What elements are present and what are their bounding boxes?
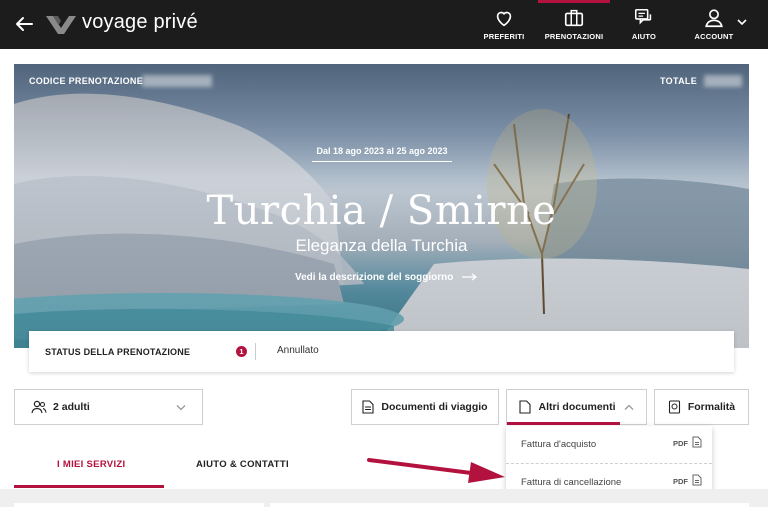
people-icon: [31, 400, 47, 414]
voyage-prive-logo-icon[interactable]: [44, 12, 78, 36]
user-icon: [705, 9, 723, 28]
document-icon: [519, 400, 532, 414]
arrow-right-icon: [462, 273, 478, 281]
nav-label: ACCOUNT: [694, 32, 734, 41]
formalities-button[interactable]: Formalità: [654, 389, 749, 425]
logo-text[interactable]: voyage privé: [82, 11, 198, 34]
hero-banner: CODICE PRENOTAZIONE TOTALE Dal 18 ago 20…: [14, 64, 749, 348]
chevron-up-icon: [624, 404, 633, 410]
stay-dates: Dal 18 ago 2023 al 25 ago 2023: [312, 146, 452, 162]
booking-code-redacted: [142, 75, 212, 87]
status-divider: [255, 343, 256, 360]
other-documents-button[interactable]: Altri documenti: [506, 389, 647, 425]
heart-icon: [496, 11, 512, 27]
status-badge: 1: [236, 346, 247, 357]
nav-aiuto[interactable]: AIUTO: [608, 0, 680, 49]
suitcase-icon: [564, 9, 584, 27]
chat-icon: [634, 8, 652, 25]
nav-preferiti[interactable]: PREFERITI: [468, 0, 540, 49]
total-label: TOTALE: [660, 76, 697, 86]
other-documents-label: Altri documenti: [538, 401, 616, 413]
annotation-arrow-icon: [367, 458, 505, 483]
offer-subtitle: Eleganza della Turchia: [295, 236, 468, 255]
pdf-tag: PDF: [673, 439, 688, 448]
dropdown-item-label: Fattura di cancellazione: [521, 477, 622, 488]
pdf-file-icon: [692, 474, 702, 486]
content-card: [270, 503, 749, 507]
booking-code-label: CODICE PRENOTAZIONE: [29, 76, 144, 86]
top-navigation-bar: voyage privé PREFERITI PRENOTAZIONI AIUT…: [0, 0, 768, 49]
tab-my-services[interactable]: I MIEI SERVIZI: [57, 459, 125, 470]
guests-select[interactable]: 2 adulti: [14, 389, 203, 425]
nav-label: PRENOTAZIONI: [544, 32, 604, 41]
stay-description-link-label: Vedi la descrizione del soggiorno: [295, 272, 454, 283]
pdf-file-icon: [692, 436, 702, 448]
back-arrow-icon[interactable]: [12, 12, 36, 36]
nav-label: PREFERITI: [483, 32, 525, 41]
chevron-down-icon: [176, 405, 186, 411]
active-tab-underline: [14, 485, 164, 488]
status-value: Annullato: [277, 345, 319, 356]
tab-help-contacts[interactable]: AIUTO & CONTATTI: [196, 459, 289, 470]
nav-prenotazioni[interactable]: PRENOTAZIONI: [538, 0, 610, 49]
destination-title: Turchia / Smirne: [206, 188, 557, 234]
nav-label: AIUTO: [631, 32, 657, 41]
guests-value: 2 adulti: [53, 401, 90, 413]
document-icon: [362, 400, 374, 414]
chevron-down-icon[interactable]: [737, 18, 747, 26]
content-card: [14, 503, 264, 507]
pdf-tag: PDF: [673, 477, 688, 486]
status-label: STATUS DELLA PRENOTAZIONE: [45, 347, 191, 357]
total-value-redacted: [704, 75, 742, 87]
passport-icon: [668, 400, 680, 414]
purchase-invoice-item[interactable]: Fattura d'acquisto PDF: [506, 426, 712, 463]
formalities-label: Formalità: [687, 401, 736, 413]
dropdown-item-label: Fattura d'acquisto: [521, 439, 597, 450]
booking-status-card: STATUS DELLA PRENOTAZIONE 1 Annullato: [29, 331, 734, 372]
travel-documents-label: Documenti di viaggio: [381, 401, 488, 413]
stay-description-link[interactable]: Vedi la descrizione del soggiorno: [295, 272, 478, 283]
travel-documents-button[interactable]: Documenti di viaggio: [351, 389, 499, 425]
